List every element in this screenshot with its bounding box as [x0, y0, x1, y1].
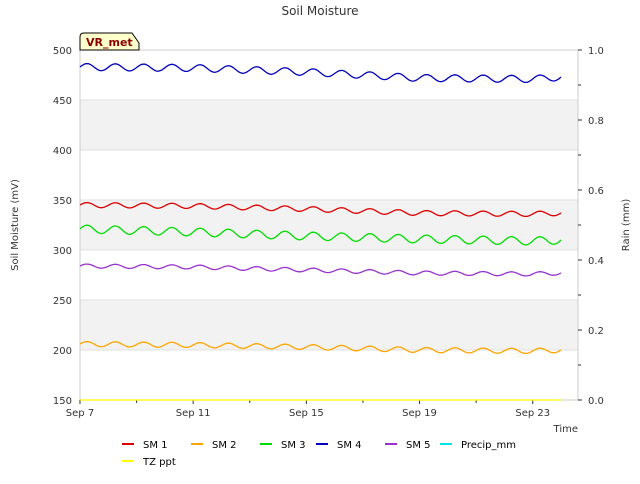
- y-axis-label: Soil Moisture (mV): [10, 179, 21, 271]
- x-tick-label: Sep 7: [66, 408, 94, 419]
- y2-tick-label: 0.6: [588, 186, 604, 197]
- y-tick-label: 400: [53, 146, 72, 157]
- x-tick-label: Sep 23: [515, 408, 550, 419]
- grid-band: [80, 300, 578, 350]
- legend-label-sm-3: SM 3: [281, 440, 306, 451]
- legend-label-sm-2: SM 2: [212, 440, 237, 451]
- y2-tick-label: 0.2: [588, 326, 604, 337]
- series-line-sm-4: [79, 62, 562, 84]
- legend-label-tz-ppt: TZ ppt: [142, 457, 176, 468]
- y2-tick-label: 0.0: [588, 396, 604, 407]
- legend-label-sm-1: SM 1: [143, 440, 168, 451]
- y2-axis-label: Rain (mm): [621, 199, 632, 252]
- grid-band: [80, 100, 578, 150]
- y2-tick-label: 1.0: [588, 46, 604, 57]
- y-tick-label: 250: [53, 296, 72, 307]
- x-axis-ticks: Sep 7 Sep 11 Sep 15 Sep 19 Sep 23: [66, 400, 550, 419]
- y-tick-label: 150: [53, 396, 72, 407]
- badge-label: VR_met: [86, 36, 133, 49]
- y-tick-label: 300: [53, 246, 72, 257]
- y-tick-label: 500: [53, 46, 72, 57]
- y-tick-label: 450: [53, 96, 72, 107]
- y-tick-label: 350: [53, 196, 72, 207]
- legend-label-sm-5: SM 5: [406, 440, 431, 451]
- y2-tick-label: 0.8: [588, 116, 604, 127]
- legend-label-sm-4: SM 4: [337, 440, 362, 451]
- series-line-sm-5: [79, 263, 562, 277]
- x-tick-label: Sep 19: [402, 408, 437, 419]
- grid-bands: [80, 49, 578, 401]
- soil-moisture-chart: Soil Moisture 150 200 250 300 350 400 450 500 0…: [10, 4, 632, 468]
- x-tick-label: Sep 11: [176, 408, 211, 419]
- y-axis-ticks: 150 200 250 300 350 400 450 500: [53, 46, 72, 407]
- station-badge: VR_met: [79, 32, 140, 51]
- x-axis-label: Time: [553, 424, 578, 435]
- legend-label-precip-mm: Precip_mm: [461, 440, 516, 451]
- y-tick-label: 200: [53, 346, 72, 357]
- chart-title: Soil Moisture: [281, 4, 358, 18]
- y2-axis-ticks: 0.0 0.2 0.4 0.6 0.8 1.0: [578, 46, 604, 407]
- y2-tick-label: 0.4: [588, 256, 604, 267]
- legend: SM 1 SM 2 SM 3 SM 4 SM 5 Precip_mm TZ ppt: [122, 440, 516, 468]
- x-tick-label: Sep 15: [289, 408, 324, 419]
